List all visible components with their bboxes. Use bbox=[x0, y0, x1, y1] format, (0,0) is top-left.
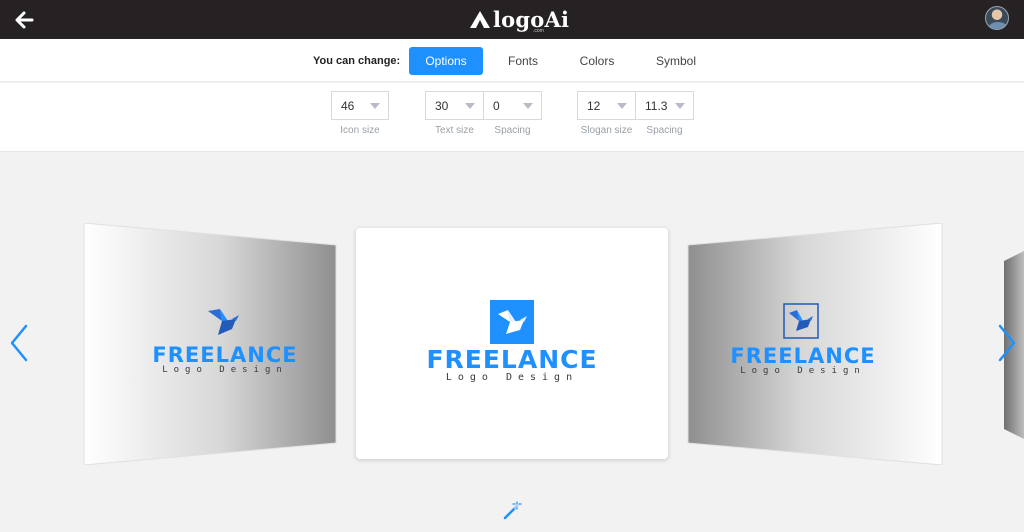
origami-bird-icon bbox=[490, 300, 534, 344]
slogan-size-label: Slogan size bbox=[580, 125, 633, 136]
text-size-value: 30 bbox=[435, 99, 449, 113]
caret-down-icon bbox=[370, 103, 380, 109]
text-size-label: Text size bbox=[435, 125, 474, 136]
logo-card-next[interactable]: FREELANCE Logo Design bbox=[686, 223, 946, 465]
caret-down-icon bbox=[523, 103, 533, 109]
icon-size-select[interactable]: 46 bbox=[331, 91, 389, 120]
logo-text: logoAi bbox=[493, 6, 570, 32]
icon-size-value: 46 bbox=[341, 99, 355, 113]
tab-fonts[interactable]: Fonts bbox=[500, 47, 546, 75]
logo-card-current[interactable]: FREELANCE Logo Design bbox=[356, 228, 668, 459]
text-spacing-select[interactable]: 0 bbox=[483, 91, 542, 120]
brand-tagline: Logo Design bbox=[162, 365, 288, 375]
chevron-left-icon[interactable] bbox=[6, 323, 32, 363]
logo-mark-icon bbox=[470, 11, 490, 28]
logo-preview-current: FREELANCE Logo Design bbox=[418, 345, 606, 383]
you-can-change-label: You can change: bbox=[313, 55, 401, 67]
brand-tagline: Logo Design bbox=[740, 366, 866, 376]
slogan-spacing-select[interactable]: 11.3 bbox=[635, 91, 694, 120]
top-bar: logoAi .com bbox=[0, 0, 1024, 39]
logo-carousel: FREELANCE Logo Design FREELANCE Logo Des… bbox=[0, 153, 1024, 532]
icon-size-label: Icon size bbox=[340, 125, 380, 136]
tab-options[interactable]: Options bbox=[409, 47, 483, 75]
brand-tagline: Logo Design bbox=[445, 372, 579, 383]
text-spacing-label: Spacing bbox=[494, 125, 531, 136]
logo-domain: .com bbox=[533, 28, 544, 34]
brand-name: FREELANCE bbox=[426, 345, 598, 374]
slogan-spacing-label: Spacing bbox=[646, 125, 683, 136]
logo-preview-prev: FREELANCE Logo Design bbox=[150, 343, 300, 375]
slogan-spacing-value: 11.3 bbox=[645, 99, 668, 113]
options-panel: 46 Icon size 30 Text size 0 Spacing 12 S… bbox=[0, 83, 1024, 152]
logo-preview-next: FREELANCE Logo Design bbox=[728, 344, 878, 376]
magic-wand-icon[interactable] bbox=[502, 501, 522, 521]
origami-bird-icon bbox=[208, 309, 239, 335]
logo-card-prev[interactable]: FREELANCE Logo Design bbox=[80, 223, 340, 465]
site-logo[interactable]: logoAi .com bbox=[469, 5, 570, 34]
text-size-select[interactable]: 30 bbox=[425, 91, 484, 120]
caret-down-icon bbox=[465, 103, 475, 109]
tab-colors[interactable]: Colors bbox=[572, 47, 622, 75]
brand-name: FREELANCE bbox=[730, 344, 876, 368]
change-tabs-bar: You can change: Options Fonts Colors Sym… bbox=[0, 39, 1024, 82]
tab-symbol[interactable]: Symbol bbox=[648, 47, 704, 75]
brand-name: FREELANCE bbox=[152, 343, 298, 367]
text-spacing-value: 0 bbox=[493, 99, 500, 113]
chevron-right-icon[interactable] bbox=[994, 323, 1020, 363]
user-avatar[interactable] bbox=[985, 6, 1009, 30]
slogan-size-select[interactable]: 12 bbox=[577, 91, 636, 120]
back-arrow-icon[interactable] bbox=[12, 8, 36, 32]
slogan-size-value: 12 bbox=[587, 99, 601, 113]
caret-down-icon bbox=[617, 103, 627, 109]
origami-bird-icon bbox=[783, 303, 819, 339]
caret-down-icon bbox=[675, 103, 685, 109]
